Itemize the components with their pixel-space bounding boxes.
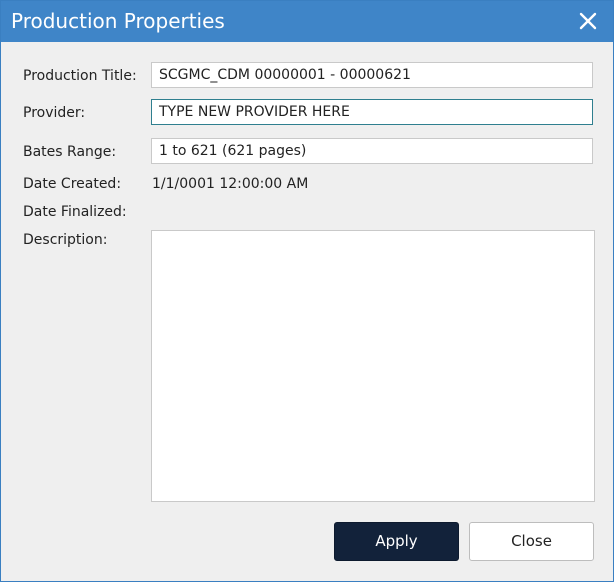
close-button[interactable]: Close — [469, 522, 594, 561]
dialog-titlebar: Production Properties — [1, 1, 613, 42]
bates-range-label: Bates Range: — [23, 144, 117, 160]
provider-input[interactable]: TYPE NEW PROVIDER HERE — [151, 99, 593, 125]
date-created-value: 1/1/0001 12:00:00 AM — [152, 176, 309, 192]
production-properties-dialog: Production Properties Production Title: … — [0, 0, 614, 582]
dialog-title: Production Properties — [11, 9, 225, 33]
production-title-label: Production Title: — [23, 68, 137, 84]
date-created-label: Date Created: — [23, 176, 122, 192]
date-finalized-label: Date Finalized: — [23, 204, 127, 220]
apply-button[interactable]: Apply — [334, 522, 459, 561]
description-textarea[interactable] — [151, 230, 595, 502]
description-label: Description: — [23, 232, 108, 248]
production-title-input[interactable]: SCGMC_CDM 00000001 - 00000621 — [151, 62, 593, 88]
bates-range-input[interactable]: 1 to 621 (621 pages) — [151, 138, 593, 164]
close-icon[interactable] — [577, 10, 599, 32]
provider-label: Provider: — [23, 105, 86, 121]
